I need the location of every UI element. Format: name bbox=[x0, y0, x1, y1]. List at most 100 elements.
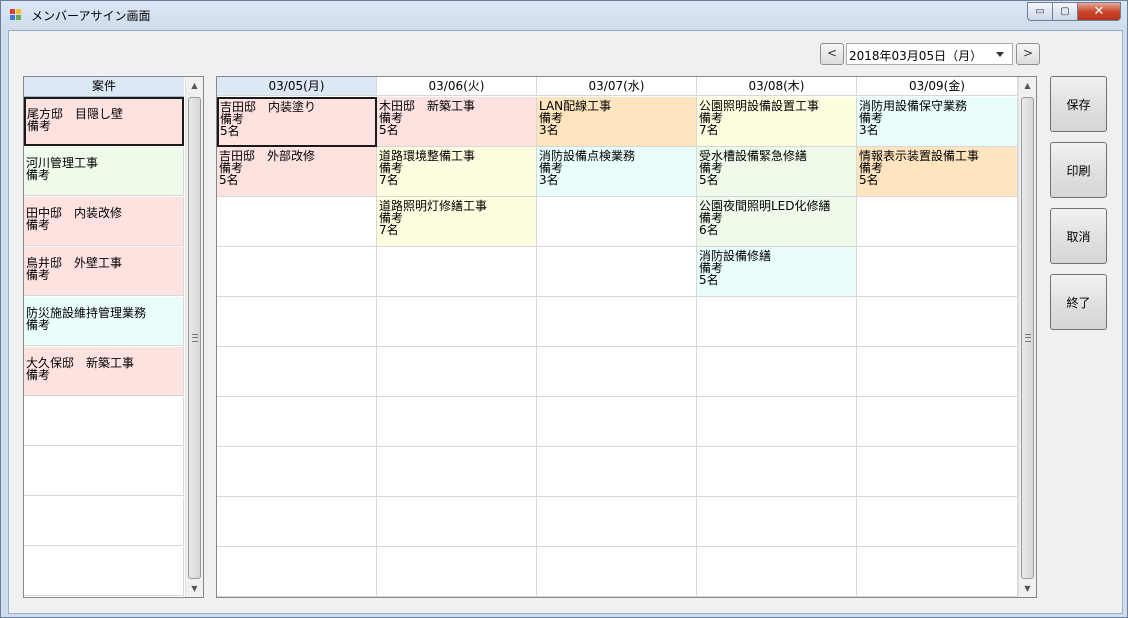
project-row[interactable]: 尾方邸 目隠し壁 備考 bbox=[24, 97, 184, 146]
project-row[interactable]: 田中邸 内装改修 備考 bbox=[24, 197, 184, 246]
scroll-up-arrow-icon[interactable]: ▲ bbox=[186, 77, 203, 94]
schedule-cell[interactable] bbox=[857, 347, 1018, 397]
schedule-cell[interactable] bbox=[217, 297, 377, 347]
schedule-cell[interactable]: 木田邸 新築工事 備考 5名 bbox=[377, 97, 537, 147]
project-row[interactable] bbox=[24, 547, 184, 596]
close-button[interactable]: ✕ bbox=[1078, 2, 1121, 21]
scroll-down-arrow-icon[interactable]: ▼ bbox=[186, 580, 203, 597]
schedule-cell[interactable] bbox=[537, 447, 697, 497]
schedule-cell[interactable] bbox=[377, 397, 537, 447]
schedule-cell[interactable] bbox=[537, 347, 697, 397]
title-bar[interactable]: メンバーアサイン画面 ▭ ▢ ✕ bbox=[1, 1, 1127, 29]
schedule-cell[interactable] bbox=[537, 297, 697, 347]
schedule-cell[interactable] bbox=[697, 397, 857, 447]
schedule-cell[interactable] bbox=[377, 247, 537, 297]
member-count: 5名 bbox=[859, 173, 879, 187]
schedule-cell[interactable] bbox=[857, 297, 1018, 347]
schedule-cell[interactable]: LAN配線工事 備考 3名 bbox=[537, 97, 697, 147]
schedule-cell[interactable]: 消防用設備保守業務 備考 3名 bbox=[857, 97, 1018, 147]
project-row[interactable]: 大久保邸 新築工事 備考 bbox=[24, 347, 184, 396]
project-note: 備考 bbox=[27, 119, 52, 133]
assignment-note: 備考 bbox=[539, 111, 564, 125]
schedule-cell[interactable] bbox=[377, 347, 537, 397]
project-row[interactable]: 防災施設維持管理業務 備考 bbox=[24, 297, 184, 346]
project-list-grid[interactable]: 案件 尾方邸 目隠し壁 備考 河川管理工事 備考 田中邸 内装改修 備考 鳥井邸 外壁工事備… bbox=[23, 76, 204, 598]
exit-button[interactable]: 終了 bbox=[1050, 274, 1107, 330]
next-date-button[interactable]: > bbox=[1016, 43, 1040, 65]
minimize-button[interactable]: ▭ bbox=[1027, 2, 1053, 21]
schedule-cell[interactable] bbox=[857, 397, 1018, 447]
window-controls: ▭ ▢ ✕ bbox=[1027, 2, 1121, 21]
schedule-cell[interactable] bbox=[857, 447, 1018, 497]
assignment-note: 備考 bbox=[379, 111, 404, 125]
schedule-cell[interactable]: 公園夜間照明LED化修繕 備考 6名 bbox=[697, 197, 857, 247]
schedule-cell[interactable]: 情報表示装置設備工事 備考 5名 bbox=[857, 147, 1018, 197]
cancel-button[interactable]: 取消 bbox=[1050, 208, 1107, 264]
schedule-cell[interactable] bbox=[217, 497, 377, 547]
schedule-cell[interactable] bbox=[377, 447, 537, 497]
assignment-note: 備考 bbox=[539, 161, 564, 175]
project-list-scrollbar[interactable]: ▲ ▼ bbox=[185, 77, 203, 597]
schedule-cell[interactable] bbox=[697, 347, 857, 397]
schedule-scrollbar[interactable]: ▲ ▼ bbox=[1018, 77, 1036, 597]
schedule-cell[interactable] bbox=[377, 297, 537, 347]
schedule-cell[interactable] bbox=[697, 447, 857, 497]
schedule-cell[interactable] bbox=[377, 547, 537, 597]
assignment-note: 備考 bbox=[859, 111, 884, 125]
schedule-cell[interactable] bbox=[537, 197, 697, 247]
schedule-cell[interactable] bbox=[217, 397, 377, 447]
schedule-cell[interactable]: 吉田邸 外部改修 備考 5名 bbox=[217, 147, 377, 197]
member-count: 5名 bbox=[219, 173, 239, 187]
day-column-header: 03/09(金) bbox=[857, 77, 1018, 96]
print-button[interactable]: 印刷 bbox=[1050, 142, 1107, 198]
maximize-button[interactable]: ▢ bbox=[1053, 2, 1078, 21]
schedule-cell[interactable]: 消防設備修繕 備考 5名 bbox=[697, 247, 857, 297]
schedule-cell[interactable] bbox=[217, 447, 377, 497]
day-column-header: 03/08(木) bbox=[697, 77, 857, 96]
schedule-cell[interactable] bbox=[217, 197, 377, 247]
schedule-cell[interactable] bbox=[697, 297, 857, 347]
scroll-thumb[interactable] bbox=[188, 97, 201, 579]
scroll-thumb[interactable] bbox=[1021, 97, 1034, 579]
schedule-cell[interactable] bbox=[537, 397, 697, 447]
schedule-cell[interactable]: 公園照明設備設置工事 備考 7名 bbox=[697, 97, 857, 147]
project-row[interactable] bbox=[24, 447, 184, 496]
assignment-note: 備考 bbox=[699, 111, 724, 125]
prev-date-button[interactable]: < bbox=[820, 43, 844, 65]
project-row[interactable] bbox=[24, 497, 184, 546]
date-picker[interactable]: 2018年03月05日（月） bbox=[846, 43, 1013, 65]
scroll-down-arrow-icon[interactable]: ▼ bbox=[1019, 580, 1036, 597]
project-row[interactable] bbox=[24, 397, 184, 446]
schedule-cell[interactable] bbox=[697, 547, 857, 597]
schedule-cell[interactable] bbox=[697, 497, 857, 547]
date-picker-value: 2018年03月05日（月） bbox=[849, 49, 983, 63]
schedule-cell[interactable] bbox=[857, 547, 1018, 597]
assignment-note: 備考 bbox=[379, 161, 404, 175]
schedule-cell[interactable] bbox=[857, 247, 1018, 297]
schedule-cell[interactable]: 消防設備点検業務 備考 3名 bbox=[537, 147, 697, 197]
project-row[interactable]: 河川管理工事 備考 bbox=[24, 147, 184, 196]
schedule-cell[interactable] bbox=[537, 247, 697, 297]
member-count: 7名 bbox=[699, 123, 719, 137]
dropdown-arrow-icon[interactable] bbox=[996, 52, 1004, 57]
save-button[interactable]: 保存 bbox=[1050, 76, 1107, 132]
schedule-cell[interactable] bbox=[857, 497, 1018, 547]
project-row[interactable]: 鳥井邸 外壁工事 備考 bbox=[24, 247, 184, 296]
schedule-cell[interactable] bbox=[537, 547, 697, 597]
schedule-cell[interactable] bbox=[217, 247, 377, 297]
member-count: 5名 bbox=[220, 124, 240, 138]
schedule-cell[interactable] bbox=[217, 547, 377, 597]
member-count: 3名 bbox=[859, 123, 879, 137]
schedule-cell[interactable]: 道路照明灯修繕工事 備考 7名 bbox=[377, 197, 537, 247]
scroll-up-arrow-icon[interactable]: ▲ bbox=[1019, 77, 1036, 94]
schedule-cell[interactable] bbox=[377, 497, 537, 547]
member-count: 5名 bbox=[699, 173, 719, 187]
schedule-cell[interactable] bbox=[217, 347, 377, 397]
schedule-cell[interactable] bbox=[537, 497, 697, 547]
assignment-note: 備考 bbox=[699, 211, 724, 225]
schedule-cell[interactable]: 道路環境整備工事 備考 7名 bbox=[377, 147, 537, 197]
schedule-grid[interactable]: 03/05(月) 03/06(火) 03/07(水) 03/08(木) 03/09(金)… bbox=[216, 76, 1037, 598]
schedule-cell[interactable] bbox=[857, 197, 1018, 247]
schedule-cell[interactable]: 受水槽設備緊急修繕 備考 5名 bbox=[697, 147, 857, 197]
schedule-cell[interactable]: 吉田邸 内装塗り 備考 5名 bbox=[217, 97, 377, 147]
